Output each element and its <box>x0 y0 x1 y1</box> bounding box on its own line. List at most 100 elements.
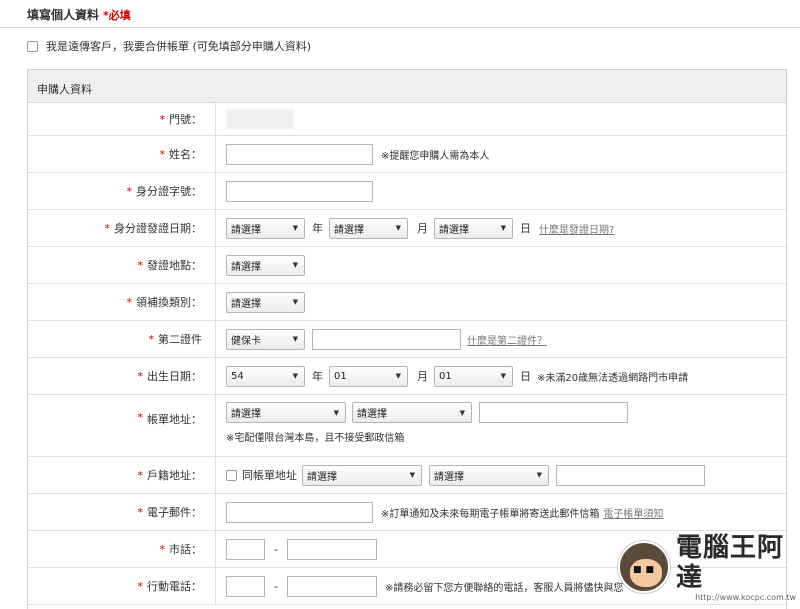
merge-bill-row: 我是遠傳客戶，我要合併帳單 (可免填部分申購人資料) <box>27 38 311 54</box>
row-reissue-type: * 領補換類別： 請選擇 ▼ <box>28 284 786 321</box>
applicant-form: 申購人資料 * 門號： * 姓名： ※提醒您申購人需為本人 * 身分證字號： * 身分證… <box>27 69 787 609</box>
household-city-select[interactable]: 請選擇 ▼ <box>302 464 422 486</box>
required-star: * <box>148 332 155 346</box>
issue-day-unit: 日 <box>520 222 531 235</box>
required-star: * <box>104 221 111 235</box>
email-label: 電子郵件： <box>147 506 202 519</box>
row-issue-place: * 發證地點： 請選擇 ▼ <box>28 247 786 284</box>
site-watermark: ■■ 電腦王阿達 http://www.kocpc.com.tw <box>618 532 796 602</box>
mobile-prefix-input[interactable] <box>226 575 265 597</box>
merge-bill-checkbox[interactable] <box>27 40 38 52</box>
row-name: * 姓名： ※提醒您申購人需為本人 <box>28 136 786 173</box>
chevron-down-icon: ▼ <box>459 408 465 417</box>
row-second-id: * 第二證件 健保卡 ▼ 什麼是第二證件？ <box>28 321 786 358</box>
issue-place-select[interactable]: 請選擇 ▼ <box>226 254 305 276</box>
chevron-down-icon: ▼ <box>292 335 298 343</box>
billing-address-note: ※宅配僅限台灣本島，且不接受郵政信箱 <box>226 433 405 444</box>
chevron-down-icon: ▼ <box>500 224 506 232</box>
required-star: * <box>137 505 144 519</box>
id-number-label: 身分證字號： <box>136 185 202 198</box>
row-id-issue-date: * 身分證發證日期： 請選擇 ▼ 年 請選擇 ▼ 月 請選擇 ▼ 日 什麼是發證日期? <box>28 210 786 247</box>
required-star: * <box>159 147 166 161</box>
mobile-note: ※請務必留下您方便聯絡的電話，客服人員將儘快與您 <box>384 582 624 594</box>
billing-district-select[interactable]: 請選擇 ▼ <box>352 402 472 423</box>
birth-day-unit: 日 <box>520 370 531 383</box>
household-district-select[interactable]: 請選擇 ▼ <box>429 464 549 486</box>
billing-street-input[interactable] <box>479 402 628 423</box>
chevron-down-icon: ▼ <box>292 261 298 269</box>
merge-bill-label: 我是遠傳客戶，我要合併帳單 (可免填部分申購人資料) <box>46 40 312 53</box>
birth-date-label: 出生日期： <box>147 370 202 383</box>
household-address-label: 戶籍地址： <box>147 469 202 482</box>
second-id-type-select[interactable]: 健保卡 ▼ <box>226 328 305 350</box>
chevron-down-icon: ▼ <box>536 471 542 479</box>
chevron-down-icon: ▼ <box>292 224 298 232</box>
mascot-avatar: ■■ <box>618 541 670 593</box>
id-issue-date-label: 身分證發證日期： <box>114 222 202 235</box>
page-header: 填寫個人資料 *必填 <box>0 0 800 28</box>
required-star: * <box>137 411 144 424</box>
mobile-number-input[interactable] <box>286 575 377 597</box>
e-bill-terms-link[interactable]: 電子帳單須知 <box>603 505 663 520</box>
birth-year-select[interactable]: 54 ▼ <box>226 365 305 387</box>
billing-city-select[interactable]: 請選擇 ▼ <box>226 402 346 423</box>
issue-date-help-link[interactable]: 什麼是發證日期? <box>539 221 614 236</box>
issue-month-select[interactable]: 請選擇 ▼ <box>329 217 408 239</box>
issue-year-unit: 年 <box>312 222 323 235</box>
name-input[interactable] <box>226 143 373 165</box>
mobile-label: 行動電話： <box>147 580 202 593</box>
required-star: * <box>137 579 144 593</box>
required-star: * <box>137 468 144 482</box>
watermark-url: http://www.kocpc.com.tw <box>695 592 796 602</box>
row-email: * 電子郵件： ※訂單通知及未來每期電子帳單將寄送此郵件信箱 電子帳單須知 <box>28 494 786 531</box>
issue-month-unit: 月 <box>417 222 428 235</box>
birth-month-unit: 月 <box>417 370 428 383</box>
required-star: * <box>126 295 133 309</box>
birth-date-note: ※未滿20歲無法透過網路門市申請 <box>537 372 689 384</box>
same-as-billing-label: 同帳單地址 <box>242 469 297 482</box>
id-number-input[interactable] <box>226 180 373 202</box>
required-star: * <box>159 112 166 126</box>
billing-address-label: 帳單地址： <box>147 413 202 426</box>
second-id-number-input[interactable] <box>312 328 461 350</box>
page-title: 填寫個人資料 <box>27 8 100 22</box>
phone-area-code-input[interactable] <box>226 538 265 560</box>
chevron-down-icon: ▼ <box>500 372 506 380</box>
chevron-down-icon: ▼ <box>395 372 401 380</box>
name-label: 姓名： <box>169 148 202 161</box>
phone-number-input[interactable] <box>286 538 377 560</box>
required-star: * <box>137 258 144 272</box>
chevron-down-icon: ▼ <box>292 372 298 380</box>
row-birth-date: * 出生日期： 54 ▼ 年 01 ▼ 月 01 ▼ 日 ※未滿20歲無法透過網路門市申… <box>28 358 786 395</box>
chevron-down-icon: ▼ <box>292 298 298 306</box>
chevron-down-icon: ▼ <box>395 224 401 232</box>
row-door-number: * 門號： <box>28 103 786 136</box>
chevron-down-icon: ▼ <box>409 471 415 479</box>
email-note: ※訂單通知及未來每期電子帳單將寄送此郵件信箱 <box>381 508 600 520</box>
issue-year-select[interactable]: 請選擇 ▼ <box>226 217 305 239</box>
door-number-label: 門號： <box>169 113 202 126</box>
chevron-down-icon: ▼ <box>333 408 339 417</box>
reissue-type-select[interactable]: 請選擇 ▼ <box>226 291 305 313</box>
row-household-address: * 戶籍地址： 同帳單地址 請選擇 ▼ 請選擇 ▼ <box>28 457 786 494</box>
birth-year-unit: 年 <box>312 370 323 383</box>
watermark-name: 電腦王阿達 <box>676 532 785 593</box>
phone-dash: - <box>274 542 278 556</box>
required-star: * <box>159 542 166 556</box>
birth-day-select[interactable]: 01 ▼ <box>434 365 513 387</box>
household-street-input[interactable] <box>556 464 705 486</box>
required-star: * <box>126 184 133 198</box>
email-field[interactable] <box>226 501 373 523</box>
birth-month-select[interactable]: 01 ▼ <box>329 365 408 387</box>
required-note: *必填 <box>103 9 131 22</box>
second-id-help-link[interactable]: 什麼是第二證件？ <box>467 332 547 347</box>
mobile-dash: - <box>274 579 278 593</box>
issue-day-select[interactable]: 請選擇 ▼ <box>434 217 513 239</box>
door-number-value-blurred <box>226 109 294 129</box>
required-star: * <box>137 369 144 383</box>
row-billing-address: * 帳單地址： 請選擇 ▼ 請選擇 ▼ ※宅配僅限台灣本島，且不接受郵政信箱 <box>28 395 786 457</box>
phone-label: 市話： <box>169 543 202 556</box>
second-id-label: 第二證件 <box>158 333 202 346</box>
same-as-billing-checkbox[interactable] <box>226 469 237 481</box>
issue-place-label: 發證地點： <box>147 259 202 272</box>
